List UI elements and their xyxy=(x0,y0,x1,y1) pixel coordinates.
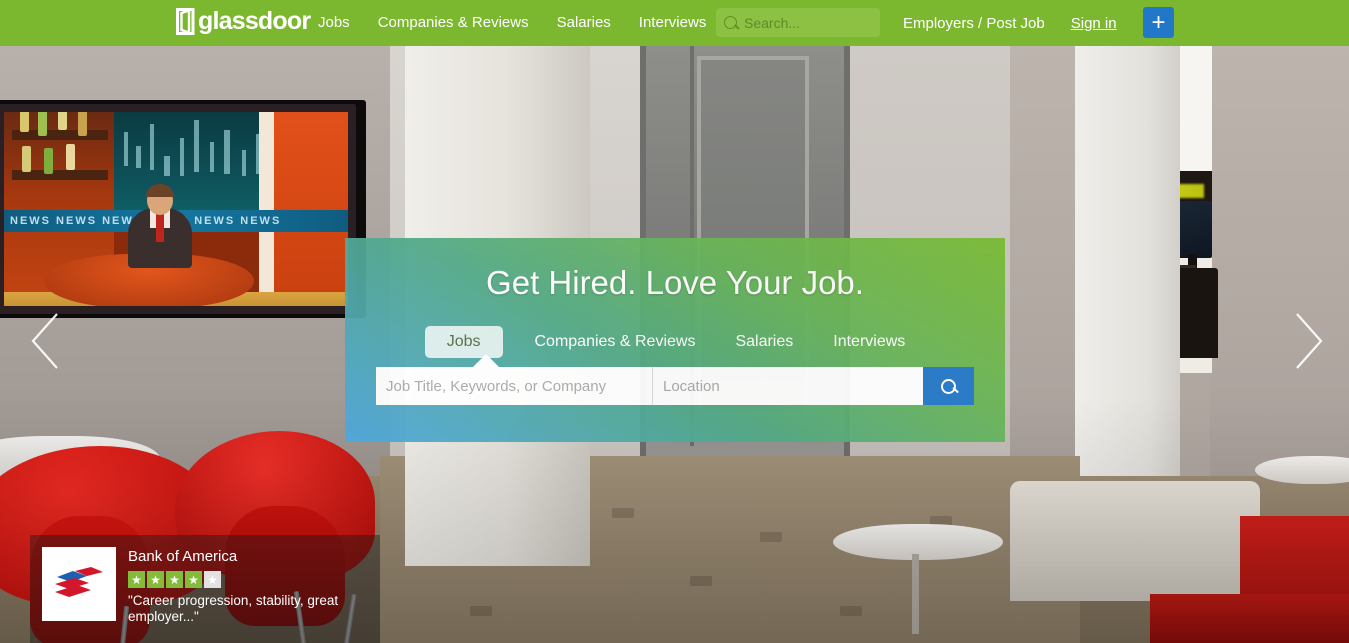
chevron-left-icon xyxy=(25,310,69,372)
sign-in-link[interactable]: Sign in xyxy=(1071,15,1117,32)
tab-interviews[interactable]: Interviews xyxy=(813,326,925,358)
bank-of-america-logo-icon xyxy=(53,567,105,601)
carousel-next-button[interactable] xyxy=(1285,310,1329,372)
star-empty: ★ xyxy=(204,571,221,588)
star-filled: ★ xyxy=(147,571,164,588)
header-right-links: Employers / Post Job Sign in xyxy=(903,0,1117,46)
hero-tab-bar: Jobs Companies & Reviews Salaries Interv… xyxy=(345,326,1005,358)
add-plus-button[interactable]: + xyxy=(1143,7,1174,38)
rating-stars: ★ ★ ★ ★ ★ xyxy=(128,571,368,588)
tab-salaries[interactable]: Salaries xyxy=(715,326,813,358)
page-title: Get Hired. Love Your Job. xyxy=(486,264,864,301)
star-filled: ★ xyxy=(166,571,183,588)
nav-item-companies[interactable]: Companies & Reviews xyxy=(378,0,529,46)
door-icon xyxy=(176,8,195,35)
location-input[interactable]: Location xyxy=(653,367,923,405)
company-name: Bank of America xyxy=(128,548,238,565)
logo-text: glassdoor xyxy=(198,7,311,35)
hero-search-bar: Job Title, Keywords, or Company Location xyxy=(376,367,974,405)
site-header: glassdoor Jobs Companies & Reviews Salar… xyxy=(0,0,1349,46)
employers-post-job-link[interactable]: Employers / Post Job xyxy=(903,15,1045,32)
search-icon xyxy=(724,16,737,29)
star-filled: ★ xyxy=(185,571,202,588)
wall-mounted-tv: NEWS NEWS NEWS NEWS NEWS NEWS xyxy=(0,104,356,314)
nav-item-salaries[interactable]: Salaries xyxy=(557,0,611,46)
featured-review-card[interactable]: Bank of America ★ ★ ★ ★ ★ "Career progre… xyxy=(30,535,380,643)
tab-companies[interactable]: Companies & Reviews xyxy=(515,326,716,358)
glassdoor-logo[interactable]: glassdoor xyxy=(176,7,311,35)
active-tab-pointer xyxy=(473,354,499,367)
star-filled: ★ xyxy=(128,571,145,588)
keyword-input[interactable]: Job Title, Keywords, or Company xyxy=(376,367,653,405)
chevron-right-icon xyxy=(1285,310,1329,372)
search-icon xyxy=(941,378,956,394)
nav-item-interviews[interactable]: Interviews xyxy=(639,0,707,46)
hero-search-button[interactable] xyxy=(923,367,974,405)
nav-item-jobs[interactable]: Jobs xyxy=(318,0,350,46)
header-nav: Jobs Companies & Reviews Salaries Interv… xyxy=(318,0,706,46)
glassdoor-homepage: NEWS NEWS NEWS NEWS NEWS NEWS xyxy=(0,0,1349,643)
company-logo xyxy=(42,547,116,621)
header-search-input[interactable]: Search... xyxy=(716,8,880,37)
header-search-placeholder: Search... xyxy=(744,14,801,31)
hero-search-panel: Get Hired. Love Your Job. Jobs Companies… xyxy=(345,238,1005,442)
review-quote: "Career progression, stability, great em… xyxy=(128,593,339,624)
carousel-prev-button[interactable] xyxy=(25,310,69,372)
